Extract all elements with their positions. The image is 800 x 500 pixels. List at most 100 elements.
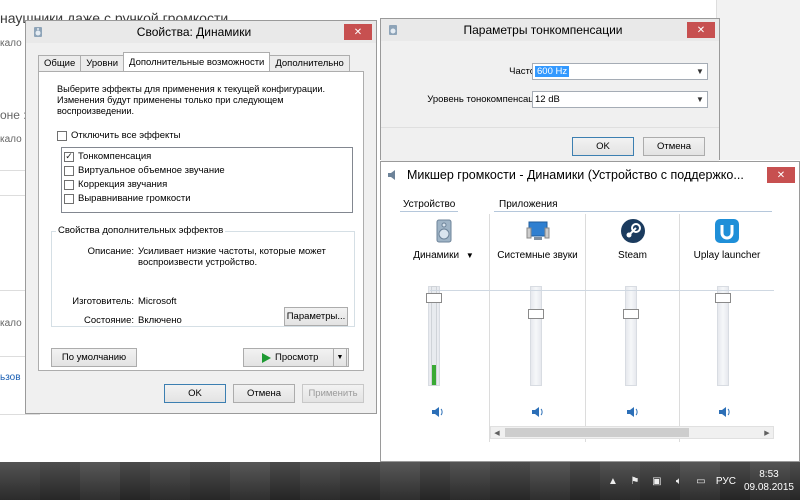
close-icon: ✕ — [776, 169, 786, 181]
close-button[interactable]: ✕ — [344, 24, 372, 40]
system-sounds-icon[interactable] — [525, 218, 551, 244]
flag-icon[interactable]: ⚑ — [628, 474, 642, 488]
effect-properties-group: Свойства дополнительных эффектов Описани… — [51, 225, 355, 327]
close-button[interactable]: ✕ — [687, 22, 715, 38]
mute-speaker-icon[interactable] — [626, 406, 640, 418]
description-value: Усиливает низкие частоты, которые может … — [138, 246, 326, 268]
preview-label: Просмотр — [275, 352, 319, 363]
restore-defaults-button[interactable]: По умолчанию — [51, 348, 137, 367]
frequency-select[interactable]: 600 Hz ▼ — [532, 63, 708, 80]
app-name: Steam — [618, 250, 647, 261]
level-label: Уровень тонокомпенсации: — [427, 94, 547, 105]
app-volume-slider[interactable] — [623, 309, 639, 319]
tab-enhancements[interactable]: Дополнительные возможности — [123, 52, 271, 71]
checkbox-checked[interactable]: ✓ — [64, 151, 74, 162]
checkbox-label: Отключить все эффекты — [71, 130, 181, 141]
device-volume-slider[interactable] — [426, 293, 442, 303]
app-volume-track[interactable] — [530, 286, 542, 386]
applications-section-label: Приложения — [499, 199, 558, 210]
play-icon — [262, 352, 271, 363]
app-volume-slider[interactable] — [528, 309, 544, 319]
device-column: Динамики ▼ — [398, 214, 490, 442]
apply-button[interactable]: Применить — [302, 384, 364, 403]
speaker-icon — [389, 25, 397, 35]
app-column: Системные звуки — [490, 214, 586, 442]
chevron-down-icon: ▼ — [696, 67, 704, 76]
titlebar: Свойства: Динамики ✕ — [26, 21, 376, 43]
window-title: Свойства: Динамики — [136, 25, 252, 39]
mute-speaker-icon[interactable] — [531, 406, 545, 418]
frequency-label: Частота: — [509, 66, 547, 77]
effect-label: Выравнивание громкости — [78, 193, 191, 204]
tab-general[interactable]: Общие — [38, 55, 82, 71]
app-volume-track[interactable] — [625, 286, 637, 386]
clock-date: 09.08.2015 — [743, 482, 794, 493]
tab-advanced[interactable]: Дополнительно — [269, 55, 350, 71]
chevron-down-icon: ▼ — [336, 354, 344, 361]
volume-icon[interactable]: 🔈︎ — [672, 474, 686, 488]
effect-label: Коррекция звучания — [78, 179, 168, 190]
speakers-icon[interactable] — [431, 218, 457, 244]
cancel-button[interactable]: Отмена — [643, 137, 705, 156]
system-tray: ▲ ⚑ ▣ 🔈︎ ▭ РУС 8:53 09.08.2015 — [606, 462, 800, 500]
device-section-label: Устройство — [403, 199, 456, 210]
frequency-value: 600 Hz — [535, 66, 570, 77]
checkbox-box[interactable] — [57, 130, 67, 141]
speaker-icon — [34, 27, 42, 37]
app-column: Uplay launcher — [680, 214, 774, 442]
show-hidden-icons-icon[interactable]: ▲ — [606, 474, 620, 488]
description-key: Описание: — [87, 246, 134, 257]
state-value: Включено — [138, 315, 182, 326]
preview-dropdown-button[interactable]: ▼ — [333, 348, 347, 367]
app-volume-slider[interactable] — [715, 293, 731, 303]
parameters-button[interactable]: Параметры... — [284, 307, 348, 326]
clock-time: 8:53 — [759, 469, 779, 480]
vendor-key: Изготовитель: — [72, 296, 134, 307]
clock[interactable]: 8:53 09.08.2015 — [744, 468, 794, 494]
background-link[interactable]: ьзов — [0, 372, 21, 383]
scroll-right-icon[interactable]: ▶ — [761, 427, 773, 438]
device-name-dropdown[interactable]: Динамики ▼ — [398, 250, 489, 261]
mixer-title: Микшер громкости - Динамики (Устройство … — [407, 168, 744, 182]
steam-icon[interactable] — [620, 218, 646, 244]
scrollbar-thumb[interactable] — [505, 428, 689, 437]
power-icon[interactable]: ▭ — [694, 474, 708, 488]
checkbox-box[interactable] — [64, 165, 74, 176]
language-indicator[interactable]: РУС — [716, 476, 736, 487]
close-icon: ✕ — [696, 24, 706, 36]
horizontal-scrollbar[interactable]: ◀ ▶ — [490, 426, 774, 439]
ok-button[interactable]: OK — [164, 384, 226, 403]
ok-button[interactable]: OK — [572, 137, 634, 156]
scroll-left-icon[interactable]: ◀ — [491, 427, 503, 438]
effect-label: Тонкомпенсация — [78, 151, 152, 162]
checkbox-box[interactable] — [64, 193, 74, 204]
mute-speaker-icon[interactable] — [718, 406, 732, 418]
background-panel — [716, 0, 800, 160]
tab-levels[interactable]: Уровни — [80, 55, 125, 71]
chevron-down-icon: ▼ — [465, 251, 474, 260]
background-text: кало — [0, 38, 22, 49]
level-select[interactable]: 12 dB ▼ — [532, 91, 708, 108]
speaker-properties-window: Свойства: Динамики ✕ Общие Уровни Дополн… — [25, 20, 377, 414]
titlebar: Параметры тонкомпенсации ✕ — [381, 19, 719, 41]
background-text: кало — [0, 318, 22, 329]
cancel-button[interactable]: Отмена — [233, 384, 295, 403]
network-icon[interactable]: ▣ — [650, 474, 664, 488]
chevron-down-icon: ▼ — [696, 95, 704, 104]
tab-strip: Общие Уровни Дополнительные возможности … — [38, 52, 350, 71]
loudness-settings-dialog: Параметры тонкомпенсации ✕ Частота: 600 … — [380, 18, 720, 161]
mute-speaker-icon[interactable] — [431, 406, 445, 418]
effect-loudness-equalization[interactable]: ✓ Тонкомпенсация — [64, 151, 151, 162]
peak-meter-fill — [432, 365, 436, 385]
effect-virtual-surround[interactable]: Виртуальное объемное звучание — [64, 165, 225, 176]
taskbar: ▲ ⚑ ▣ 🔈︎ ▭ РУС 8:53 09.08.2015 — [0, 462, 800, 500]
titlebar: Микшер громкости - Динамики (Устройство … — [381, 162, 799, 188]
speaker-icon — [388, 170, 395, 180]
close-button[interactable]: ✕ — [767, 167, 795, 183]
effect-room-correction[interactable]: Коррекция звучания — [64, 179, 167, 190]
uplay-icon[interactable] — [714, 218, 740, 244]
disable-all-effects-checkbox[interactable]: Отключить все эффекты — [57, 130, 180, 141]
enhancements-description: Выберите эффекты для применения к текуще… — [57, 84, 326, 116]
effect-volume-leveling[interactable]: Выравнивание громкости — [64, 193, 191, 204]
checkbox-box[interactable] — [64, 179, 74, 190]
